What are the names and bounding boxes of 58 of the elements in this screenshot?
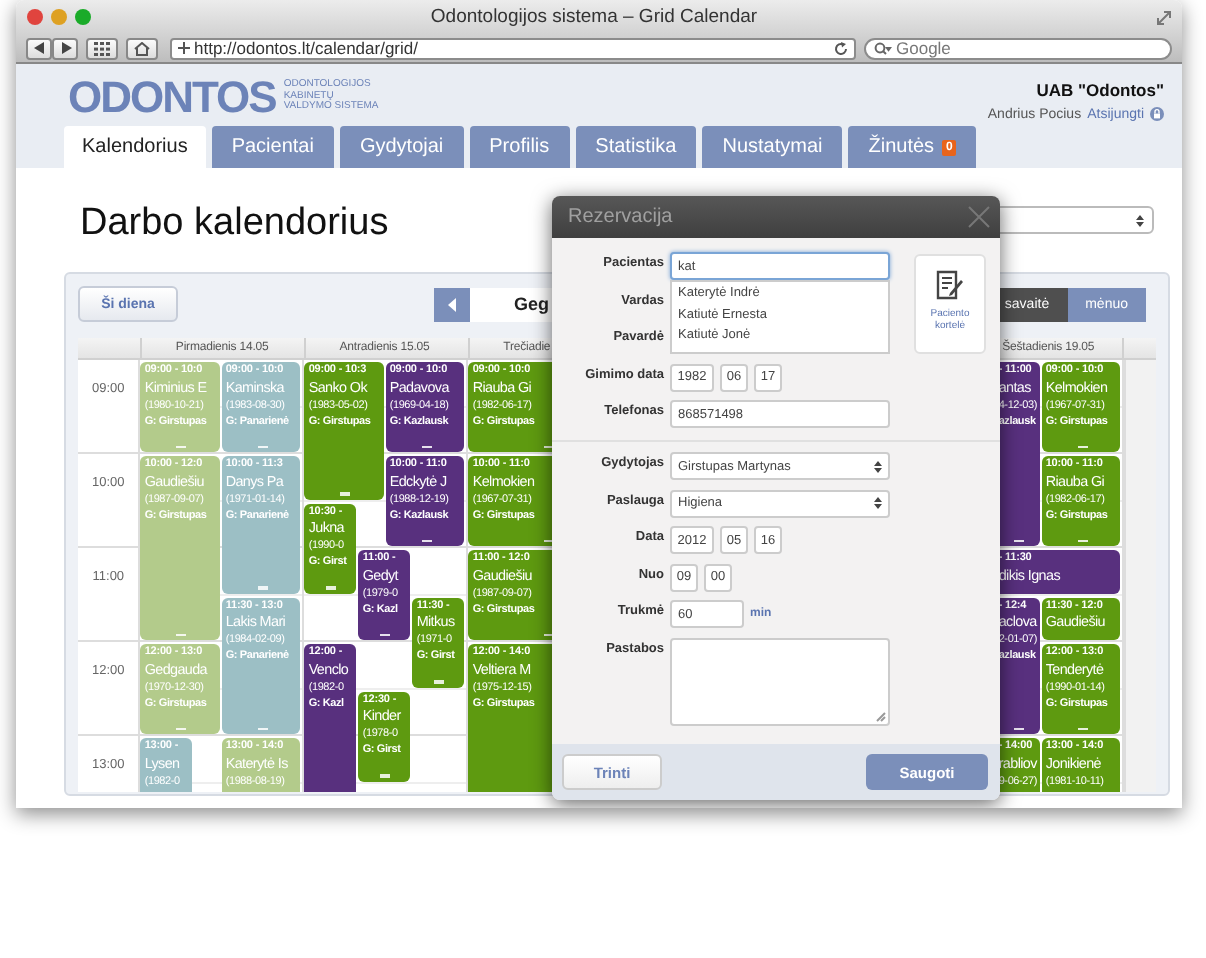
resize-handle[interactable] xyxy=(257,586,268,589)
resize-handle[interactable] xyxy=(421,445,432,448)
resize-handle[interactable] xyxy=(1077,539,1088,542)
resize-handle[interactable] xyxy=(1077,727,1088,730)
back-icon xyxy=(33,42,45,54)
resize-handle[interactable] xyxy=(1013,539,1024,542)
notes-field[interactable] xyxy=(670,637,890,725)
resize-handle[interactable] xyxy=(434,680,445,683)
forward-icon xyxy=(59,42,71,54)
search-icon xyxy=(874,41,892,55)
updown-arrows-icon xyxy=(1136,213,1144,227)
nav-tab[interactable]: Statistika xyxy=(575,126,697,168)
resize-handle[interactable] xyxy=(340,492,351,495)
home-icon xyxy=(134,41,150,55)
reload-icon xyxy=(834,41,848,55)
resize-handle[interactable] xyxy=(1077,445,1088,448)
close-icon xyxy=(968,206,990,228)
company-name: UAB "Odontos" xyxy=(1036,80,1164,100)
dialog-title: Rezervacija xyxy=(568,206,673,228)
document-pencil-icon xyxy=(936,270,964,300)
grid-button[interactable] xyxy=(86,37,118,59)
close-button[interactable] xyxy=(968,206,990,228)
back-button[interactable] xyxy=(26,37,52,59)
grid-icon xyxy=(94,41,110,55)
period-label: Geg xyxy=(514,294,550,314)
previous-button[interactable] xyxy=(434,287,470,321)
nav-tab[interactable]: Profilis xyxy=(469,126,570,168)
url-text: http://odontos.lt/calendar/grid/ xyxy=(194,38,418,58)
home-button[interactable] xyxy=(126,37,158,59)
search-field[interactable]: Google xyxy=(864,37,1172,59)
plus-icon xyxy=(178,42,190,54)
nav-tab[interactable]: Nustatymai xyxy=(702,126,843,168)
scrollbar[interactable] xyxy=(1124,360,1156,792)
lock-icon xyxy=(1150,106,1164,122)
search-placeholder: Google xyxy=(896,38,951,58)
resize-handle[interactable] xyxy=(421,539,432,542)
resize-icon xyxy=(1156,9,1172,25)
page-title: Darbo kalendorius xyxy=(80,200,389,246)
nav-tab[interactable]: Pacientai xyxy=(211,126,334,168)
resize-handle[interactable] xyxy=(176,727,187,730)
updown-arrows-icon xyxy=(874,459,882,473)
resize-handle[interactable] xyxy=(326,586,337,589)
resize-handle[interactable] xyxy=(257,445,268,448)
left-triangle-icon xyxy=(448,297,456,311)
resize-handle[interactable] xyxy=(380,774,391,777)
resize-handle[interactable] xyxy=(1013,727,1024,730)
resize-handle[interactable] xyxy=(176,445,187,448)
window-title: Odontologijos sistema – Grid Calendar xyxy=(428,6,760,28)
resize-handle[interactable] xyxy=(380,633,391,636)
updown-arrows-icon xyxy=(874,496,882,510)
nav-tab[interactable]: Kalendorius xyxy=(64,126,206,168)
resize-grip-icon xyxy=(876,711,886,721)
logo-text: ODONTOS xyxy=(68,77,276,117)
address-field[interactable]: http://odontos.lt/calendar/grid/ xyxy=(170,37,856,59)
resize-handle[interactable] xyxy=(257,727,268,730)
forward-button[interactable] xyxy=(52,37,78,59)
resize-handle[interactable] xyxy=(176,633,187,636)
nav-tab[interactable]: Gydytojai xyxy=(339,126,464,168)
